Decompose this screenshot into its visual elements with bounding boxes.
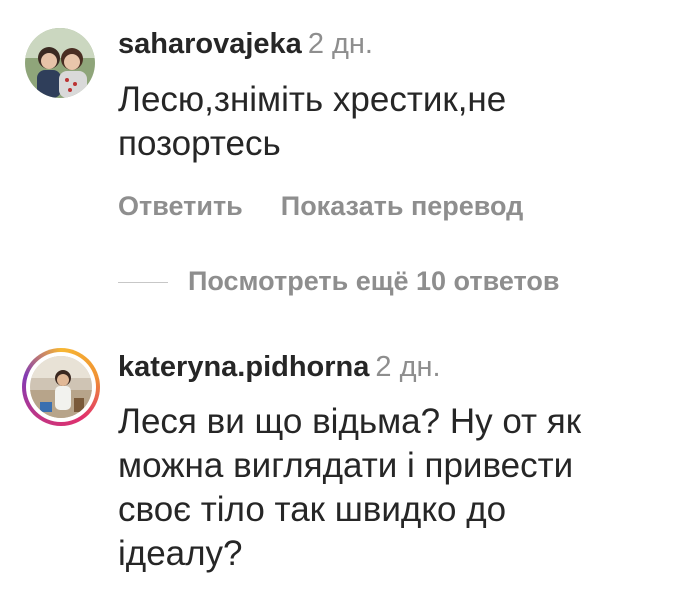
timestamp: 2 дн. <box>307 28 373 60</box>
timestamp: 2 дн. <box>375 351 441 383</box>
comment-text-line: Лесю,зніміть хрестик,не <box>118 80 507 119</box>
comment-item: saharovajeka 2 дн. Лесю,зніміть хрестик,н… <box>0 0 690 240</box>
comment-text-line: ідеалу? <box>118 534 243 573</box>
comment-text: Леся ви що відьма? Ну от як можна вигляд… <box>118 400 581 576</box>
comment-text-line: Леся ви що відьма? Ну от як <box>118 402 582 441</box>
comment-text-line: можна виглядати і привести <box>118 446 574 485</box>
reply-button[interactable]: Ответить <box>118 191 243 221</box>
comment-text-line: своє тіло так швидко до <box>118 490 507 529</box>
view-more-replies-label[interactable]: Посмотреть ещё 10 ответов <box>188 264 559 298</box>
avatar[interactable] <box>25 28 95 98</box>
username[interactable]: kateryna.pidhorna <box>118 351 369 383</box>
story-ring[interactable] <box>22 348 100 426</box>
comment-item: kateryna.pidhorna 2 дн. Леся ви що відьма… <box>0 330 690 600</box>
comment-actions: Ответить Показать перевод <box>118 189 523 223</box>
comment-text-line: позортесь <box>118 124 281 163</box>
comment-header: saharovajeka 2 дн. <box>118 27 373 61</box>
comment-header: kateryna.pidhorna 2 дн. <box>118 350 441 384</box>
avatar-photo <box>30 356 92 418</box>
avatar-photo <box>25 28 95 98</box>
avatar[interactable] <box>30 356 92 418</box>
username[interactable]: saharovajeka <box>118 28 302 60</box>
divider-line <box>118 282 168 283</box>
comment-text: Лесю,зніміть хрестик,не позортесь <box>118 78 506 166</box>
show-translation-button[interactable]: Показать перевод <box>281 191 524 221</box>
